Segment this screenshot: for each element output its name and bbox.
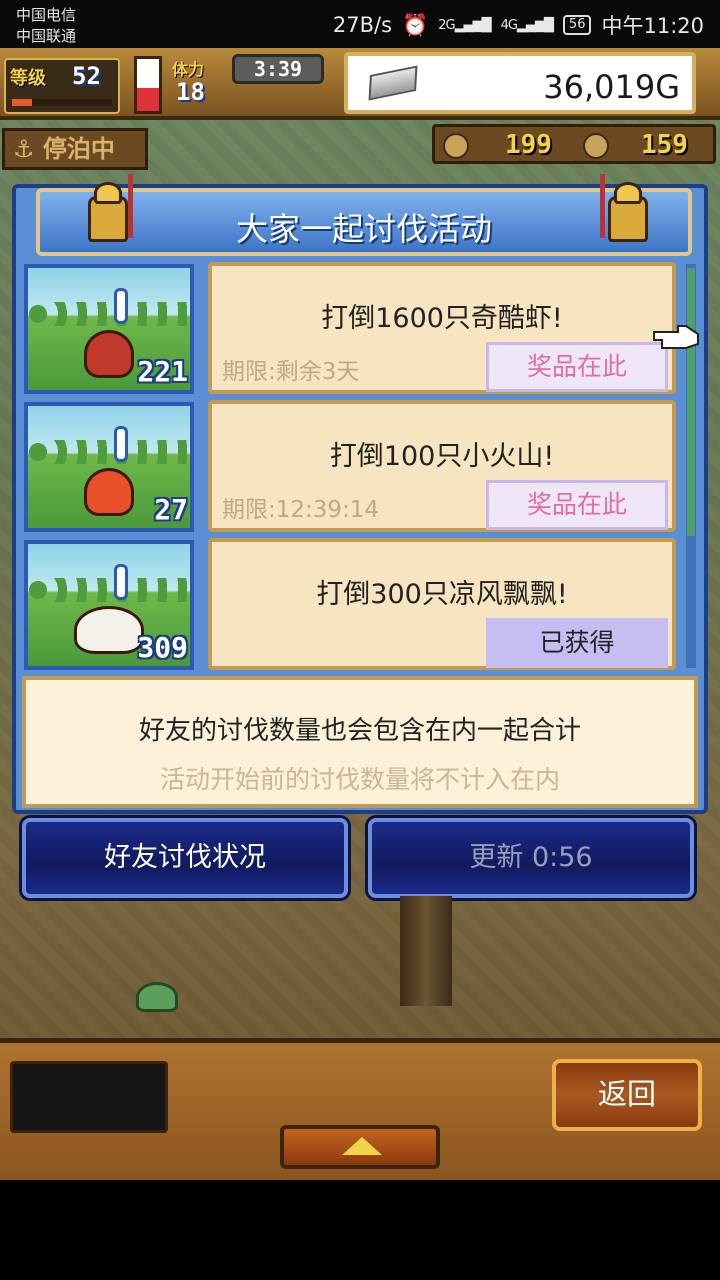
- top-hud: 等级 52 体力 18 3:39 36,019G: [0, 48, 720, 120]
- hp-value: 18: [176, 78, 205, 106]
- event-card: 打倒300只凉风飘飘! 已获得: [208, 538, 676, 670]
- alert-icon: [114, 564, 128, 600]
- reward-button[interactable]: 奖品在此: [486, 480, 668, 530]
- level-value: 52: [72, 62, 101, 90]
- silver-bar-icon: [368, 65, 418, 101]
- carrier-1: 中国电信: [16, 6, 77, 24]
- ship-mast: [400, 896, 452, 1006]
- up-arrow-icon: [342, 1137, 382, 1155]
- claimed-button[interactable]: 已获得: [486, 618, 668, 668]
- event-task: 打倒300只凉风飘飘!: [316, 579, 568, 610]
- docked-label: 停泊中: [42, 135, 115, 163]
- pointing-hand-icon: [653, 325, 699, 349]
- fire-monster-icon: [84, 468, 134, 516]
- counter-1: 199: [505, 130, 552, 160]
- event-row: 221 打倒1600只奇酷虾! 期限:剩余3天 奖品在此: [20, 262, 680, 394]
- event-card: 打倒1600只奇酷虾! 期限:剩余3天 奖品在此: [208, 262, 676, 394]
- kill-count: 221: [137, 355, 188, 388]
- level-label: 等级: [10, 68, 46, 89]
- level-progress-fill: [12, 99, 32, 106]
- slime-character: [136, 982, 178, 1012]
- kill-count: 309: [137, 631, 188, 664]
- compass-icon: [443, 133, 469, 159]
- carrier-2: 中国联通: [16, 27, 77, 45]
- recovery-timer: 3:39: [232, 54, 324, 84]
- event-deadline: 期限:12:39:14: [222, 497, 380, 523]
- status-bar: 中国电信 中国联通 27B/s ⏰ 2G▂▄▆█ 4G▂▄▆█ 56 中午11:…: [0, 0, 720, 48]
- level-panel: 等级 52: [4, 58, 120, 114]
- hp-label: 体力: [172, 60, 205, 79]
- event-thumbnail: 27: [24, 402, 194, 532]
- bottom-bar: 返回: [0, 1038, 720, 1180]
- event-row: 27 打倒100只小火山! 期限:12:39:14 奖品在此: [20, 400, 680, 532]
- event-list[interactable]: 221 打倒1600只奇酷虾! 期限:剩余3天 奖品在此 27 打倒100只小火…: [20, 260, 680, 672]
- game-area: 等级 52 体力 18 3:39 36,019G ⚓ 停泊中 199 159 大…: [0, 48, 720, 1180]
- clock: 中午11:20: [601, 14, 704, 38]
- medal-icon: [583, 133, 609, 159]
- event-thumbnail: 221: [24, 264, 194, 394]
- docked-badge[interactable]: ⚓ 停泊中: [2, 128, 148, 170]
- event-row: 309 打倒300只凉风飘飘! 已获得: [20, 538, 680, 670]
- event-deadline: 期限:剩余3天: [222, 359, 360, 385]
- event-task: 打倒1600只奇酷虾!: [321, 303, 563, 334]
- alarm-icon: ⏰: [402, 12, 429, 37]
- note-main-text: 好友的讨伐数量也会包含在内一起合计: [138, 716, 581, 746]
- scroll-thumb[interactable]: [687, 268, 695, 536]
- gold-panel[interactable]: 36,019G: [344, 52, 696, 114]
- nav-area: [0, 1180, 720, 1280]
- refresh-button[interactable]: 更新 0:56: [368, 818, 694, 898]
- event-task: 打倒100只小火山!: [329, 441, 555, 472]
- friends-status-button[interactable]: 好友讨伐状况: [22, 818, 348, 898]
- event-thumbnail: 309: [24, 540, 194, 670]
- reward-button[interactable]: 奖品在此: [486, 342, 668, 392]
- back-button[interactable]: 返回: [552, 1059, 702, 1131]
- stamina-fill: [137, 87, 159, 111]
- empty-slot[interactable]: [10, 1061, 168, 1133]
- signal-2g-icon: 2G▂▄▆█: [438, 17, 491, 33]
- resource-counters: 199 159: [432, 124, 716, 164]
- network-speed: 27B/s: [332, 13, 393, 37]
- alert-icon: [114, 426, 128, 462]
- gold-amount: 36,019G: [543, 68, 680, 106]
- level-progress-bar: [12, 99, 112, 106]
- counter-2: 159: [641, 130, 688, 160]
- alert-icon: [114, 288, 128, 324]
- dialog-title-bar: 大家一起讨伐活动: [36, 174, 692, 256]
- status-right: 27B/s ⏰ 2G▂▄▆█ 4G▂▄▆█ 56 中午11:20: [333, 10, 704, 40]
- battery-icon: 56: [562, 15, 592, 35]
- signal-4g-icon: 4G▂▄▆█: [500, 17, 554, 33]
- dialog-title: 大家一起讨伐活动: [235, 210, 492, 248]
- stamina-gauge: [134, 56, 162, 114]
- expand-menu-button[interactable]: [280, 1125, 440, 1169]
- info-note: 好友的讨伐数量也会包含在内一起合计 活动开始前的讨伐数量将不计入在内: [22, 676, 698, 808]
- ghost-monster-icon: [74, 606, 144, 654]
- shrimp-monster-icon: [84, 330, 134, 378]
- kill-count: 27: [154, 493, 188, 526]
- event-card: 打倒100只小火山! 期限:12:39:14 奖品在此: [208, 400, 676, 532]
- knight-icon-right: [598, 174, 658, 248]
- note-sub-text: 活动开始前的讨伐数量将不计入在内: [159, 765, 560, 794]
- hunt-event-dialog: 大家一起讨伐活动 221 打倒1600只奇酷虾! 期限:剩余3天 奖品在此 27…: [12, 174, 708, 814]
